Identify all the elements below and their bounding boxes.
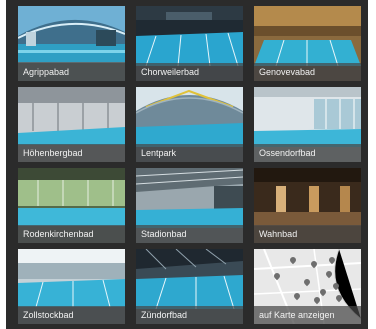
tile-label: Chorweilerbad xyxy=(136,63,243,81)
pool-gallery: Agrippabad Chorweilerbad Genovevabad Höh… xyxy=(6,0,368,329)
tile-lentpark[interactable]: Lentpark xyxy=(136,87,243,162)
tile-label: Genovevabad xyxy=(254,63,361,81)
tile-label: Rodenkirchenbad xyxy=(18,225,125,243)
tile-map[interactable]: auf Karte anzeigen xyxy=(254,249,361,324)
tile-label: Zollstockbad xyxy=(18,306,125,324)
tile-hoehenbergbad[interactable]: Höhenbergbad xyxy=(18,87,125,162)
tile-wahnbad[interactable]: Wahnbad xyxy=(254,168,361,243)
tile-genovevabad[interactable]: Genovevabad xyxy=(254,6,361,81)
tile-agrippabad[interactable]: Agrippabad xyxy=(18,6,125,81)
tile-label: Wahnbad xyxy=(254,225,361,243)
tile-zuendorfbad[interactable]: Zündorfbad xyxy=(136,249,243,324)
tile-stadionbad[interactable]: Stadionbad xyxy=(136,168,243,243)
pool-grid: Agrippabad Chorweilerbad Genovevabad Höh… xyxy=(18,6,370,324)
tile-label: Lentpark xyxy=(136,144,243,162)
tile-rodenkirchenbad[interactable]: Rodenkirchenbad xyxy=(18,168,125,243)
tile-ossendorfbad[interactable]: Ossendorfbad xyxy=(254,87,361,162)
tile-label: Höhenbergbad xyxy=(18,144,125,162)
tile-zollstockbad[interactable]: Zollstockbad xyxy=(18,249,125,324)
tile-label: Stadionbad xyxy=(136,225,243,243)
tile-label: Agrippabad xyxy=(18,63,125,81)
tile-label: Zündorfbad xyxy=(136,306,243,324)
tile-label: Ossendorfbad xyxy=(254,144,361,162)
tile-label: auf Karte anzeigen xyxy=(254,306,361,324)
tile-chorweilerbad[interactable]: Chorweilerbad xyxy=(136,6,243,81)
